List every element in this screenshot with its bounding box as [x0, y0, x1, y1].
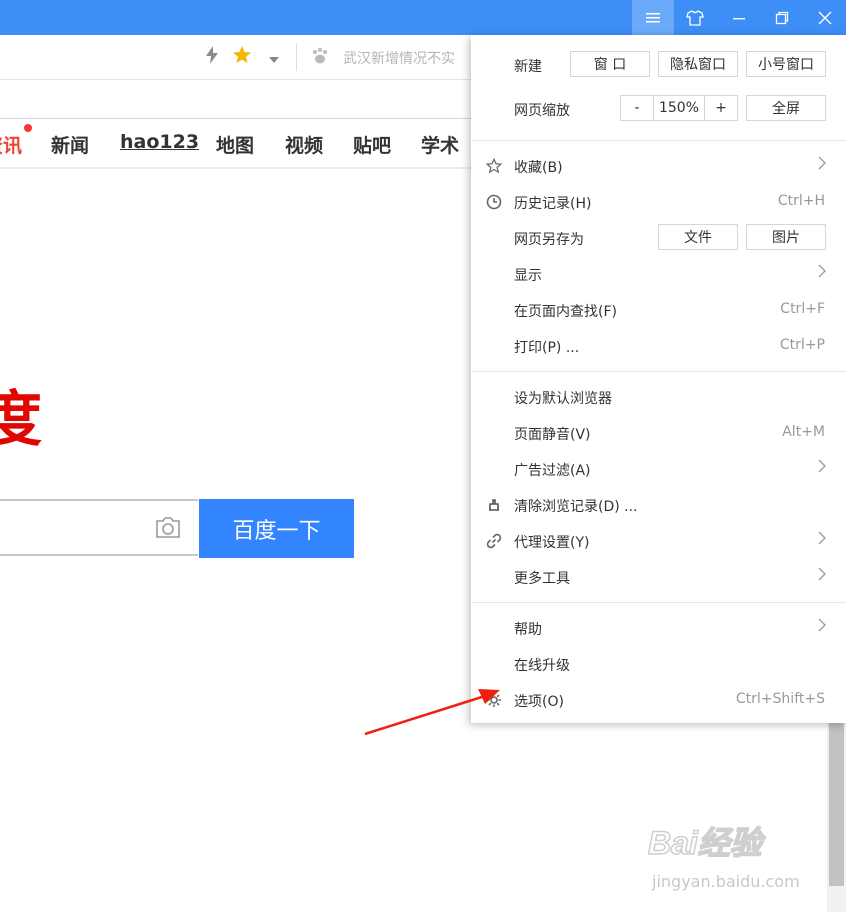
search-button[interactable]: 百度一下 [199, 499, 354, 558]
menu-label: 打印(P) ... [514, 340, 580, 356]
save-file-button[interactable]: 文件 [658, 224, 738, 250]
star-outline-icon [485, 157, 503, 175]
watermark-logo: Bai经验 [647, 820, 798, 872]
watermark-url: jingyan.baidu.com [652, 872, 800, 891]
zoom-label: 网页缩放 [514, 103, 570, 119]
private-window-button[interactable]: 隐私窗口 [658, 51, 738, 77]
menu-row-zoom: 网页缩放 - 150% + 全屏 [471, 91, 846, 127]
menu-separator [471, 371, 846, 372]
nav-link-hao123[interactable]: hao123 [120, 131, 199, 153]
eraser-icon [485, 496, 503, 514]
camera-icon[interactable] [154, 514, 182, 540]
menu-label: 页面静音(V) [514, 427, 591, 443]
menu-item-print[interactable]: 打印(P) ... Ctrl+P [471, 328, 846, 364]
menu-separator [471, 602, 846, 603]
star-icon[interactable] [232, 45, 252, 70]
menu-label: 选项(O) [514, 694, 564, 710]
nav-link-video[interactable]: 视频 [285, 131, 323, 158]
new-window-button[interactable]: 窗 口 [570, 51, 650, 77]
menu-item-display[interactable]: 显示 [471, 256, 846, 292]
menu-label: 更多工具 [514, 571, 570, 587]
nav-link-news[interactable]: 新闻 [51, 131, 89, 158]
chevron-right-icon [818, 264, 826, 282]
zoom-in-button[interactable]: + [704, 95, 738, 121]
clock-icon [485, 193, 503, 211]
svg-text:Bai经验: Bai经验 [648, 825, 767, 861]
menu-separator [471, 140, 846, 141]
menu-item-clear-history[interactable]: 清除浏览记录(D) ... [471, 487, 846, 523]
nav-link-news-feed[interactable]: 资讯 [0, 131, 22, 158]
save-image-button[interactable]: 图片 [746, 224, 826, 250]
restore-icon[interactable] [761, 0, 803, 35]
tshirt-icon[interactable] [674, 0, 716, 35]
nav-link-tieba[interactable]: 贴吧 [353, 131, 391, 158]
menu-item-help[interactable]: 帮助 [471, 610, 846, 646]
menu-shortcut: Alt+M [782, 424, 825, 440]
link-icon [485, 532, 503, 550]
menu-label: 帮助 [514, 622, 542, 638]
menu-label: 清除浏览记录(D) ... [514, 499, 638, 515]
menu-label: 在线升级 [514, 658, 570, 674]
menu-item-options[interactable]: 选项(O) Ctrl+Shift+S [471, 682, 846, 718]
chevron-right-icon [818, 618, 826, 636]
menu-shortcut: Ctrl+P [779, 337, 825, 353]
menu-item-find[interactable]: 在页面内查找(F) Ctrl+F [471, 292, 846, 328]
hamburger-icon[interactable] [632, 0, 674, 35]
zoom-value: 150% [654, 95, 704, 121]
divider [296, 43, 297, 71]
close-icon[interactable] [804, 0, 846, 35]
menu-label: 代理设置(Y) [514, 535, 590, 551]
menu-label: 网页另存为 [514, 232, 584, 248]
menu-item-history[interactable]: 历史记录(H) Ctrl+H [471, 184, 846, 220]
menu-label: 显示 [514, 268, 542, 284]
annotation-arrow [364, 689, 500, 736]
menu-label: 在页面内查找(F) [514, 304, 617, 320]
lightning-icon[interactable] [204, 45, 220, 70]
menu-shortcut: Ctrl+F [780, 301, 825, 317]
nav-link-xueshu[interactable]: 学术 [421, 131, 459, 158]
menu-label: 广告过滤(A) [514, 463, 591, 479]
chevron-right-icon [818, 531, 826, 549]
menu-item-mute[interactable]: 页面静音(V) Alt+M [471, 415, 846, 451]
chevron-down-icon[interactable] [268, 49, 280, 70]
menu-item-upgrade[interactable]: 在线升级 [471, 646, 846, 682]
minimize-icon[interactable] [718, 0, 760, 35]
menu-shortcut: Ctrl+H [777, 193, 825, 209]
menu-item-proxy[interactable]: 代理设置(Y) [471, 523, 846, 559]
title-bar [0, 0, 846, 35]
news-ticker[interactable]: 武汉新增情况不实 [343, 48, 455, 68]
notification-dot [24, 124, 32, 132]
chevron-right-icon [818, 459, 826, 477]
menu-item-save-as: 网页另存为 文件 图片 [471, 220, 846, 256]
menu-shortcut: Ctrl+Shift+S [735, 691, 825, 707]
paw-icon [310, 46, 330, 71]
fullscreen-button[interactable]: 全屏 [746, 95, 826, 121]
small-window-button[interactable]: 小号窗口 [746, 51, 826, 77]
menu-row-new: 新建 窗 口 隐私窗口 小号窗口 [471, 47, 846, 83]
menu-item-ad-filter[interactable]: 广告过滤(A) [471, 451, 846, 487]
nav-link-map[interactable]: 地图 [216, 131, 254, 158]
menu-item-favorites[interactable]: 收藏(B) [471, 148, 846, 184]
menu-label: 设为默认浏览器 [514, 391, 612, 407]
chevron-right-icon [818, 156, 826, 174]
menu-label: 历史记录(H) [514, 196, 592, 212]
chevron-right-icon [818, 567, 826, 585]
new-label: 新建 [514, 59, 542, 75]
baidu-logo: 度 [0, 385, 42, 455]
browser-main-menu: 新建 窗 口 隐私窗口 小号窗口 网页缩放 - 150% + 全屏 收藏(B) … [471, 35, 846, 723]
menu-item-more-tools[interactable]: 更多工具 [471, 559, 846, 595]
menu-label: 收藏(B) [514, 160, 563, 176]
scrollbar-thumb[interactable] [829, 723, 844, 886]
zoom-out-button[interactable]: - [620, 95, 654, 121]
menu-item-default-browser[interactable]: 设为默认浏览器 [471, 379, 846, 415]
